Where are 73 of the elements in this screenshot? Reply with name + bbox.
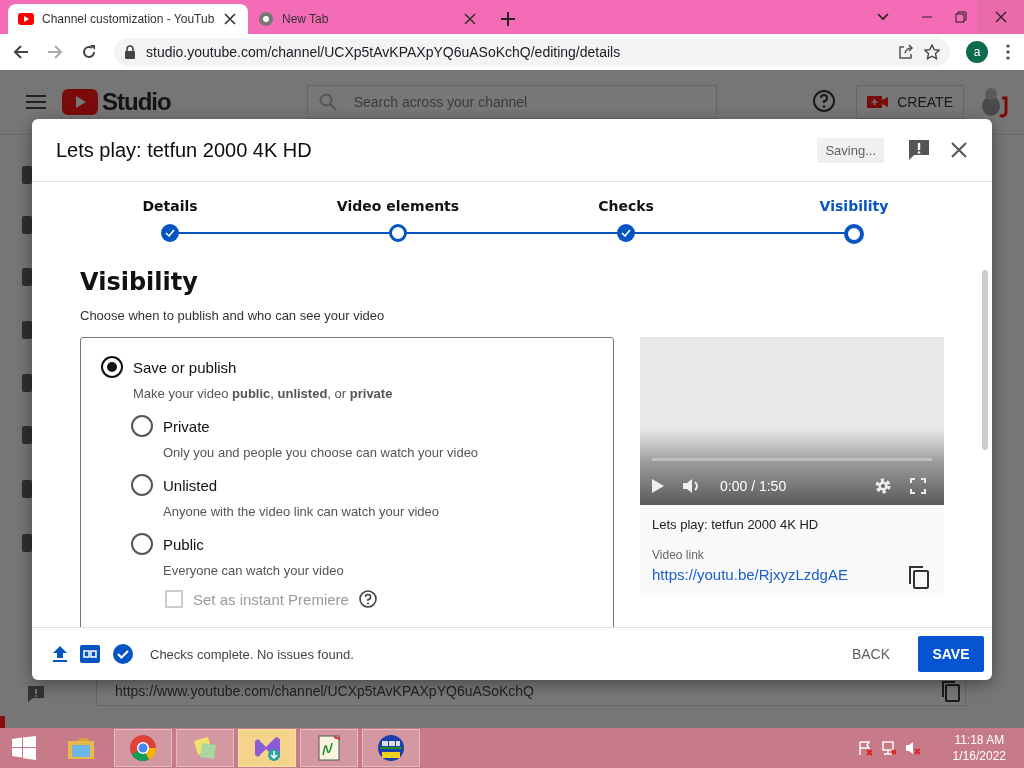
option-label: Save or publish [133,358,237,376]
option-label: Unlisted [163,476,218,494]
forward-arrow-icon[interactable] [47,44,63,60]
upload-icon[interactable] [52,645,68,663]
plus-icon[interactable] [500,11,516,27]
settings-icon[interactable] [874,477,892,495]
browser-tab[interactable]: New Tab [248,4,488,34]
taskbar-app[interactable] [238,729,296,767]
video-time: 0:00 / 1:50 [720,478,787,494]
video-title: Lets play: tetfun 2000 4K HD [652,517,820,532]
video-camera-icon [867,94,890,110]
video-player[interactable]: 0:00 / 1:50 [640,337,944,505]
chrome-icon[interactable] [128,733,158,763]
radio-button[interactable] [131,415,153,437]
video-link[interactable]: https://youtu.be/RjxyzLzdgAE [652,566,848,583]
logo-text: Studio [102,88,171,116]
sd-quality-icon[interactable] [80,645,100,663]
check-icon [621,229,631,237]
browser-tab[interactable]: Channel customization - YouTub [8,4,248,34]
share-icon[interactable] [898,44,914,60]
radio-button[interactable] [101,356,123,378]
stepper-step[interactable]: Details [56,198,284,254]
youtube-icon [18,11,34,27]
copy-icon[interactable] [908,565,930,589]
chevron-down-icon[interactable] [876,12,890,22]
lock-icon [124,45,136,59]
saving-status: Saving... [817,137,884,163]
check-icon [165,229,175,237]
stepper-step[interactable]: Visibility [740,198,968,254]
star-icon[interactable] [924,44,940,60]
checks-status: Checks complete. No issues found. [150,646,355,662]
back-arrow-icon[interactable] [13,44,29,60]
play-logo-icon [62,89,98,115]
link-label: Video link [652,548,705,562]
option-label: Private [163,417,210,435]
radio-button[interactable] [131,474,153,496]
reload-icon[interactable] [81,44,97,60]
play-icon[interactable] [652,479,664,493]
back-button[interactable]: BACK [841,638,900,670]
profile-avatar[interactable]: a [966,41,988,63]
feedback-button[interactable] [908,139,930,161]
option-description: Only you and people you choose can watch your video [163,445,480,460]
address-bar[interactable]: studio.youtube.com/channel/UCXp5tAvKPAXpYQ6uASoKchQ/editing/details [114,38,950,66]
option-description: Everyone can watch your video [163,563,345,578]
stepper-step[interactable]: Checks [512,198,740,254]
option-label: Public [163,535,204,553]
option-description: Make your video public, unlisted, or private [133,386,394,401]
stepper-step[interactable]: Video elements [284,198,512,254]
option-description: Anyone with the video link can watch your video [163,504,441,519]
close-icon[interactable] [995,11,1007,23]
network-icon[interactable] [880,740,897,756]
close-button[interactable] [950,141,968,159]
scrollbar-thumb[interactable] [982,270,988,450]
create-button[interactable]: CREATE [856,85,964,119]
radio-button[interactable] [131,533,153,555]
feedback-icon[interactable] [26,684,46,704]
flag-icon[interactable] [856,740,873,756]
section-heading: Visibility [80,268,199,296]
dialog-title: Lets play: tetfun 2000 4K HD [56,138,313,162]
menu-icon[interactable] [1006,44,1010,60]
restore-icon[interactable] [955,11,967,23]
windows-logo-icon[interactable] [12,736,36,760]
game-icon[interactable] [376,733,406,763]
check-circle-icon[interactable] [112,643,134,665]
help-icon[interactable] [358,590,377,608]
chrome-icon [258,11,274,27]
search-field[interactable]: Search across your channel [306,85,717,119]
close-tab-button[interactable] [222,11,238,27]
fullscreen-icon[interactable] [910,478,926,494]
section-subtitle: Choose when to publish and who can see your video [80,308,386,323]
checkbox-label: Set as instant Premiere [193,590,349,608]
volume-muted-icon[interactable] [904,740,921,756]
save-button[interactable]: SAVE [918,636,984,672]
